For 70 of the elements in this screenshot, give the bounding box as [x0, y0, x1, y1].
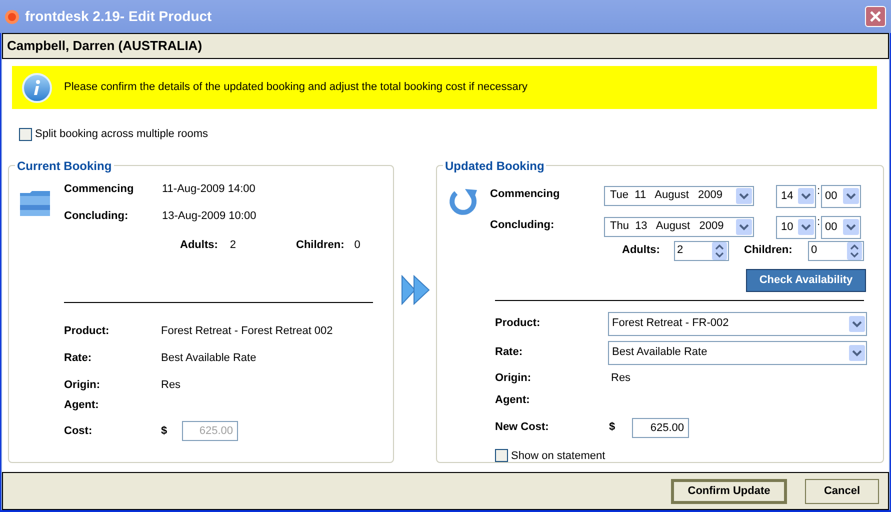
select-dropdown[interactable]: Best Available Rate	[608, 340, 867, 364]
field-label: Rate:	[64, 351, 93, 364]
field-label: Product:	[495, 316, 542, 332]
field-label: Product:	[64, 324, 110, 337]
field-label: Origin:	[495, 370, 532, 386]
field-label: Children:	[744, 243, 794, 258]
field-value: Forest Retreat - Forest Retreat 002	[161, 324, 333, 337]
close-button[interactable]	[865, 6, 886, 27]
field-label: Cost:	[64, 424, 94, 439]
chevron-icon	[798, 219, 814, 235]
field-label: Adults:	[622, 243, 661, 258]
field-label: Commencing	[490, 186, 561, 202]
checkbox-label: Show on statement	[511, 448, 606, 464]
field-value: 2	[230, 238, 236, 252]
hour-dropdown[interactable]: 10	[776, 216, 816, 238]
field-value: 0	[354, 238, 360, 252]
minute-dropdown[interactable]: 00	[821, 184, 861, 208]
field-value: 13-Aug-2009 10:00	[162, 209, 256, 224]
time-separator: :	[816, 216, 821, 228]
select-dropdown[interactable]: Forest Retreat - FR-002	[608, 312, 867, 336]
field-label: Concluding:	[490, 218, 556, 232]
chevron-icon	[843, 219, 859, 235]
currency-symbol: $	[609, 420, 616, 436]
spinner-arrows-icon	[847, 242, 862, 260]
spinner-arrows-icon	[712, 242, 727, 260]
date-dropdown[interactable]: Tue 11 August 2009	[604, 186, 754, 206]
hour-dropdown[interactable]: 14	[776, 184, 816, 208]
dialog-button[interactable]: Confirm Update	[671, 478, 787, 504]
currency-symbol: $	[161, 424, 168, 439]
time-separator: :	[816, 184, 821, 196]
field-label: Adults:	[180, 238, 218, 252]
window-title: frontdesk 2.19- Edit Product	[25, 7, 213, 26]
chevron-icon	[843, 188, 859, 204]
field-label: Rate:	[495, 345, 524, 360]
customer-name: Campbell, Darren (AUSTRALIA)	[7, 37, 202, 56]
panel-title: Updated Booking	[444, 158, 546, 174]
panel-title: Current Booking	[16, 158, 113, 174]
folder-icon	[19, 188, 51, 216]
new-cost-field[interactable]: 625.00	[632, 418, 689, 438]
notice-text: Please confirm the details of the updated booking and adjust the total booking cost if necessary	[64, 80, 528, 96]
date-dropdown[interactable]: Thu 13 August 2009	[604, 216, 754, 236]
chevron-icon	[798, 188, 814, 204]
split-booking-checkbox[interactable]	[19, 128, 32, 141]
chevron-icon	[736, 218, 752, 234]
chevron-icon	[849, 344, 865, 360]
minute-dropdown[interactable]: 00	[821, 216, 861, 238]
field-label: New Cost:	[495, 420, 550, 436]
field-value: 11-Aug-2009 14:00	[162, 182, 256, 196]
field-value: Best Available Rate	[161, 351, 256, 364]
checkbox-label: Split booking across multiple rooms	[35, 127, 208, 142]
field-label: Agent:	[64, 398, 100, 411]
check-availability-button[interactable]: Check Availability	[746, 268, 866, 292]
children-spinner[interactable]: 0	[808, 240, 864, 260]
dialog-button[interactable]: Cancel	[805, 478, 879, 504]
close-icon	[870, 11, 881, 22]
field-value: Res	[161, 378, 181, 391]
field-label: Commencing	[64, 182, 135, 196]
field-label: Children:	[296, 238, 344, 252]
field-value: Res	[611, 370, 631, 386]
refresh-icon	[447, 186, 479, 216]
app-logo-icon	[5, 10, 19, 24]
field-label: Concluding:	[64, 209, 130, 224]
chevron-icon	[736, 188, 752, 204]
double-arrow-icon	[400, 274, 430, 304]
field-label: Origin:	[64, 378, 102, 391]
adults-spinner[interactable]: 2	[674, 240, 729, 260]
show-on-statement-checkbox[interactable]	[495, 449, 508, 462]
info-icon	[22, 72, 52, 102]
field-label: Agent:	[495, 393, 531, 408]
chevron-icon	[849, 316, 865, 332]
